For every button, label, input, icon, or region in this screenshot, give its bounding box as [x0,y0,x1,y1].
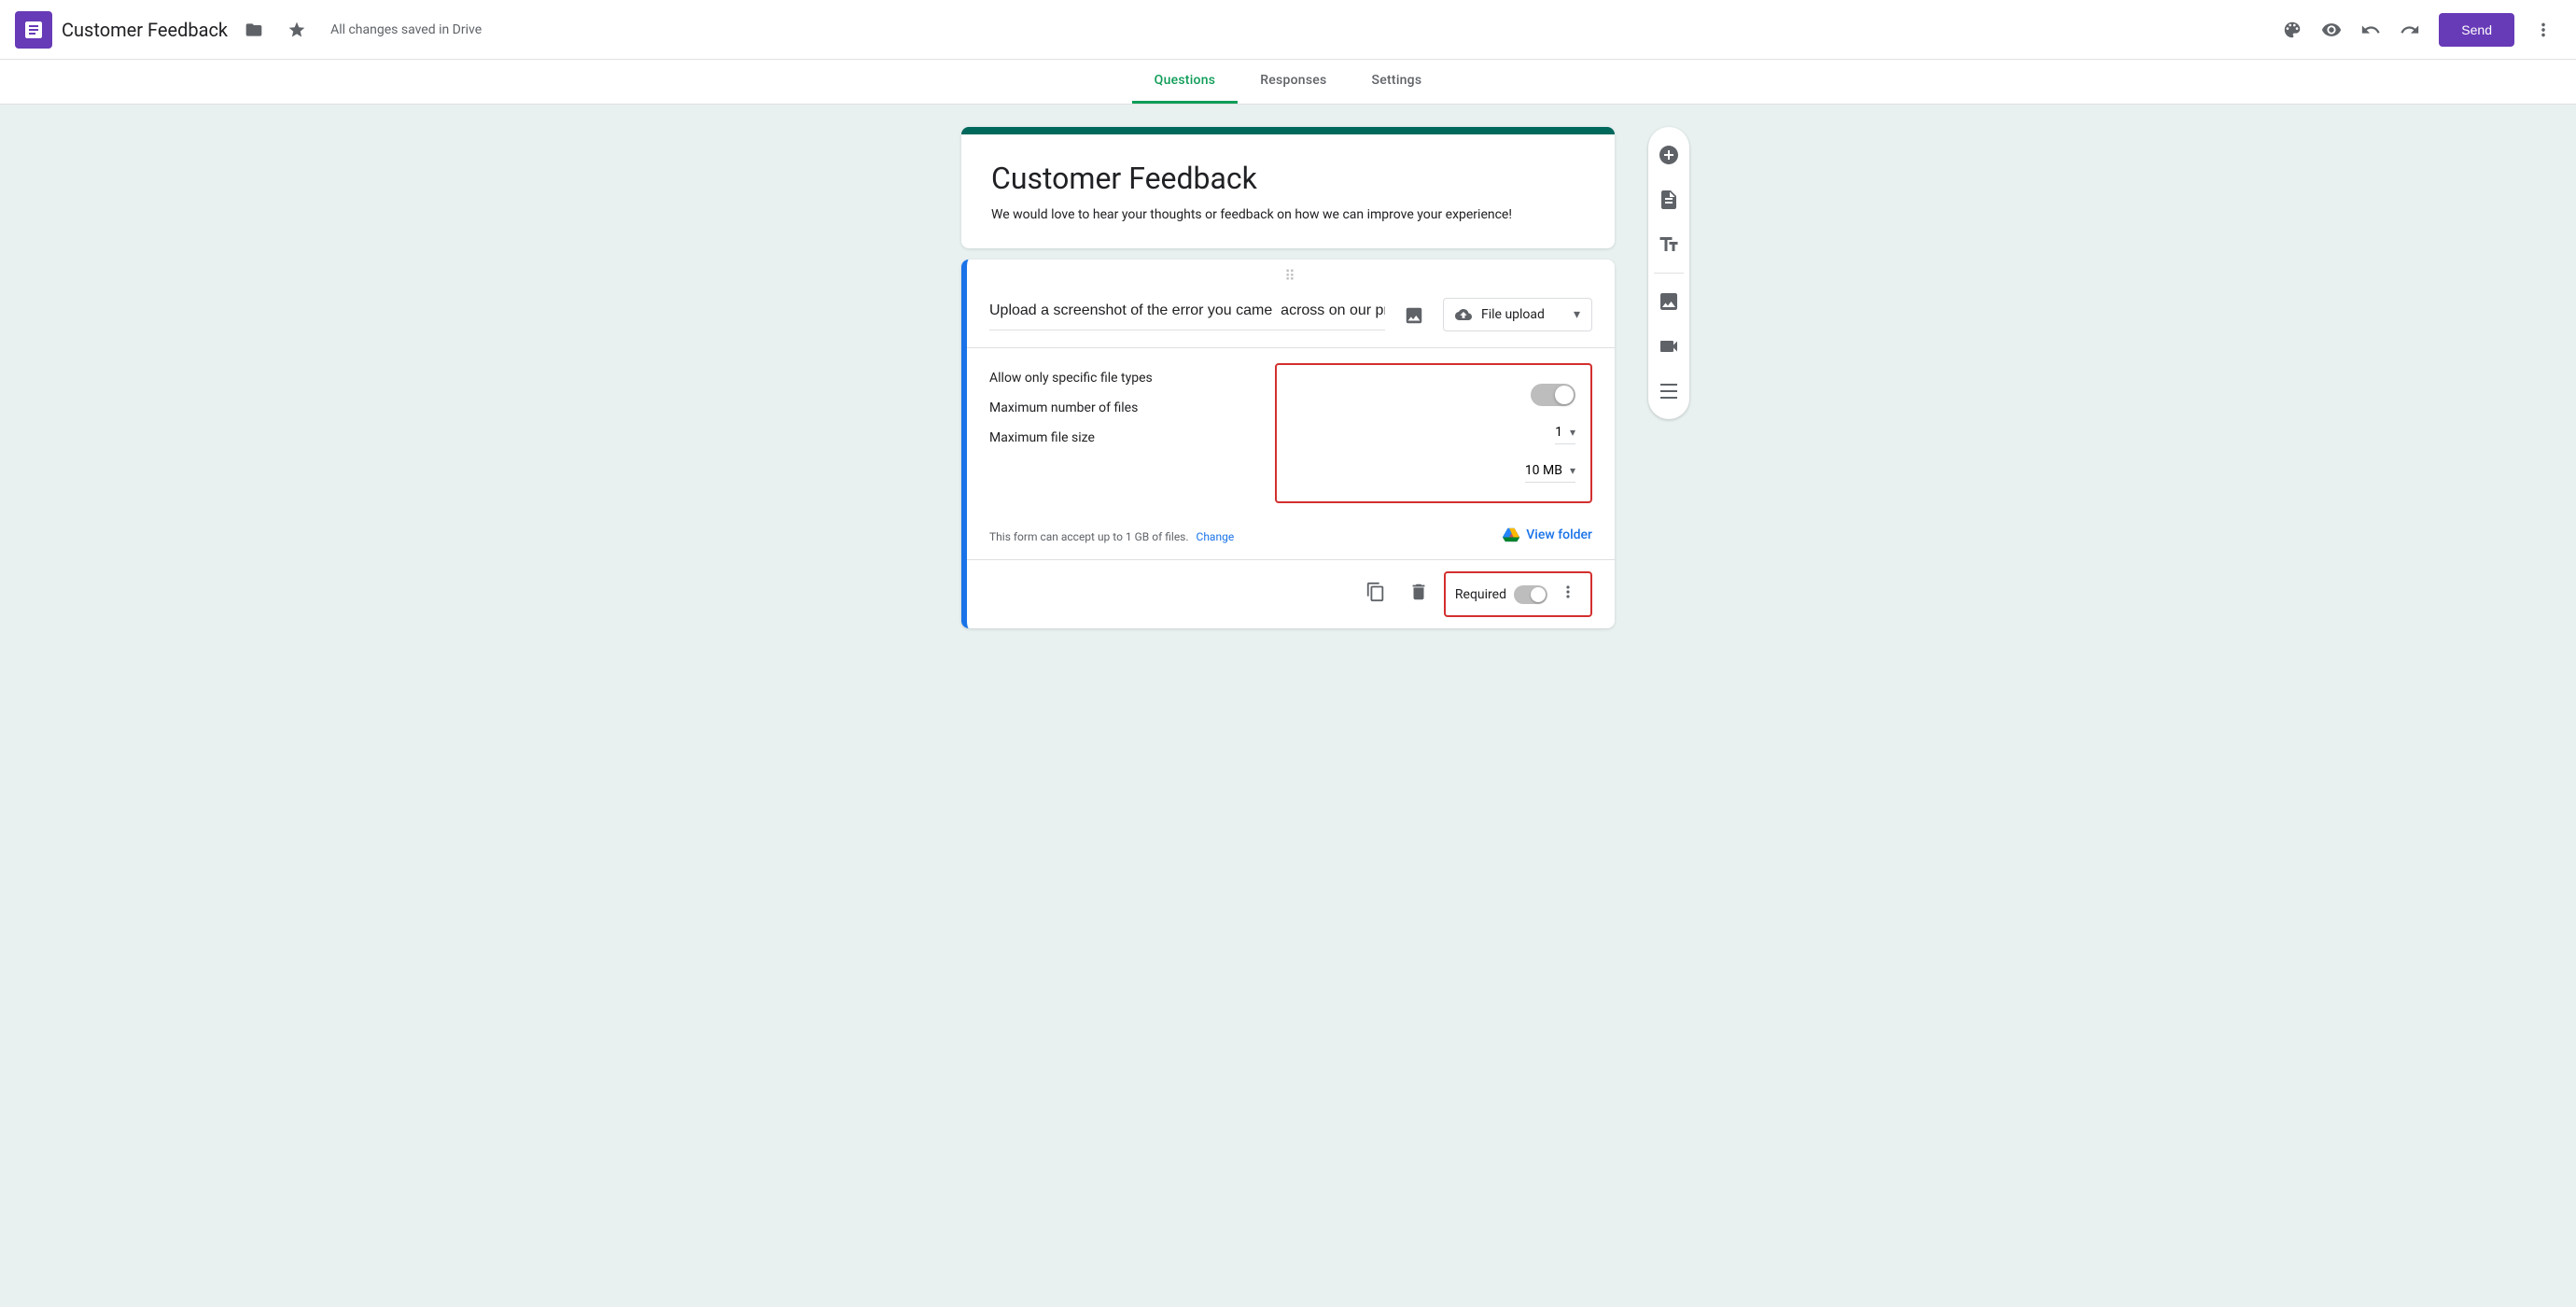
forms-icon [22,19,45,41]
options-red-box: 1 ▾ 10 MB ▾ [1275,363,1592,503]
app-header: Customer Feedback All changes saved in D… [0,0,2576,60]
options-footer: This form can accept up to 1 GB of files… [967,518,1615,559]
sidebar-video-button[interactable] [1648,326,1689,367]
palette-button[interactable] [2275,12,2310,48]
app-title: Customer Feedback [62,19,228,41]
max-size-value: 10 MB [1525,463,1562,478]
main-content: Customer Feedback We would love to hear … [0,105,2576,662]
header-left: Customer Feedback All changes saved in D… [15,11,2275,49]
tab-settings[interactable]: Settings [1350,60,1445,104]
file-type-toggle[interactable] [1531,384,1575,406]
max-files-dropdown[interactable]: 1 ▾ [1555,421,1575,444]
sidebar-divider [1654,273,1684,274]
question-type-dropdown[interactable]: File upload ▾ [1443,298,1592,331]
header-right: Send [2275,12,2561,48]
redo-button[interactable] [2392,12,2428,48]
change-link[interactable]: Change [1197,530,1235,543]
question-card: ⠿ File upload ▾ [961,260,1615,628]
star-button[interactable] [280,13,314,47]
required-more-options[interactable] [1555,579,1581,610]
required-row: Required [1444,571,1592,617]
max-size-arrow-icon: ▾ [1570,464,1575,477]
max-size-row: Maximum file size [989,423,1260,453]
form-container: Customer Feedback We would love to hear … [961,127,1615,639]
options-section: Allow only specific file types Maximum n… [967,347,1615,518]
dropdown-arrow-icon: ▾ [1574,307,1580,322]
saved-status: All changes saved in Drive [330,22,482,37]
max-size-value-row: 10 MB ▾ [1292,452,1575,490]
undo-button[interactable] [2353,12,2388,48]
required-toggle[interactable] [1514,585,1547,604]
required-label: Required [1455,587,1506,602]
app-icon [15,11,52,49]
question-top-row: File upload ▾ [967,288,1615,336]
max-size-label: Maximum file size [989,430,1260,445]
sidebar-add-button[interactable] [1648,134,1689,176]
form-description: We would love to hear your thoughts or f… [991,207,1585,222]
max-files-arrow-icon: ▾ [1570,426,1575,439]
question-actions: Required [967,559,1615,628]
tab-questions[interactable]: Questions [1132,60,1239,104]
options-left-col: Allow only specific file types Maximum n… [989,363,1260,453]
max-size-dropdown[interactable]: 10 MB ▾ [1525,459,1575,483]
footer-text: This form can accept up to 1 GB of files… [989,530,1189,543]
view-folder-button[interactable]: View folder [1502,526,1592,544]
max-files-value-row: 1 ▾ [1292,414,1575,452]
sidebar-section-button[interactable] [1648,371,1689,412]
sidebar-import-button[interactable] [1648,179,1689,220]
send-button[interactable]: Send [2439,13,2514,47]
drag-handle: ⠿ [967,260,1615,288]
toggle-row [1292,376,1575,414]
max-files-label: Maximum number of files [989,401,1260,415]
delete-button[interactable] [1401,574,1436,614]
sidebar-text-button[interactable] [1648,224,1689,265]
duplicate-button[interactable] [1358,574,1393,614]
max-files-row: Maximum number of files [989,393,1260,423]
required-toggle-thumb [1531,587,1546,602]
question-text-input[interactable] [989,296,1385,330]
toggle-track [1531,384,1575,406]
view-folder-label: View folder [1526,527,1592,542]
tabs-nav: Questions Responses Settings [0,60,2576,105]
question-text-area [989,296,1385,330]
right-sidebar [1648,127,1689,419]
toggle-thumb [1555,386,1574,404]
form-header-card: Customer Feedback We would love to hear … [961,127,1615,248]
tab-responses[interactable]: Responses [1238,60,1349,104]
sidebar-image-button[interactable] [1648,281,1689,322]
form-title: Customer Feedback [991,161,1585,196]
add-image-button[interactable] [1396,298,1432,336]
more-options-button[interactable] [2526,12,2561,48]
allow-specific-label: Allow only specific file types [989,371,1260,386]
allow-specific-row: Allow only specific file types [989,363,1260,393]
type-dropdown-label: File upload [1481,307,1545,322]
folder-button[interactable] [237,13,271,47]
max-files-value: 1 [1555,425,1562,440]
drive-icon [1502,526,1520,544]
preview-button[interactable] [2314,12,2349,48]
footer-left: This form can accept up to 1 GB of files… [989,527,1234,544]
